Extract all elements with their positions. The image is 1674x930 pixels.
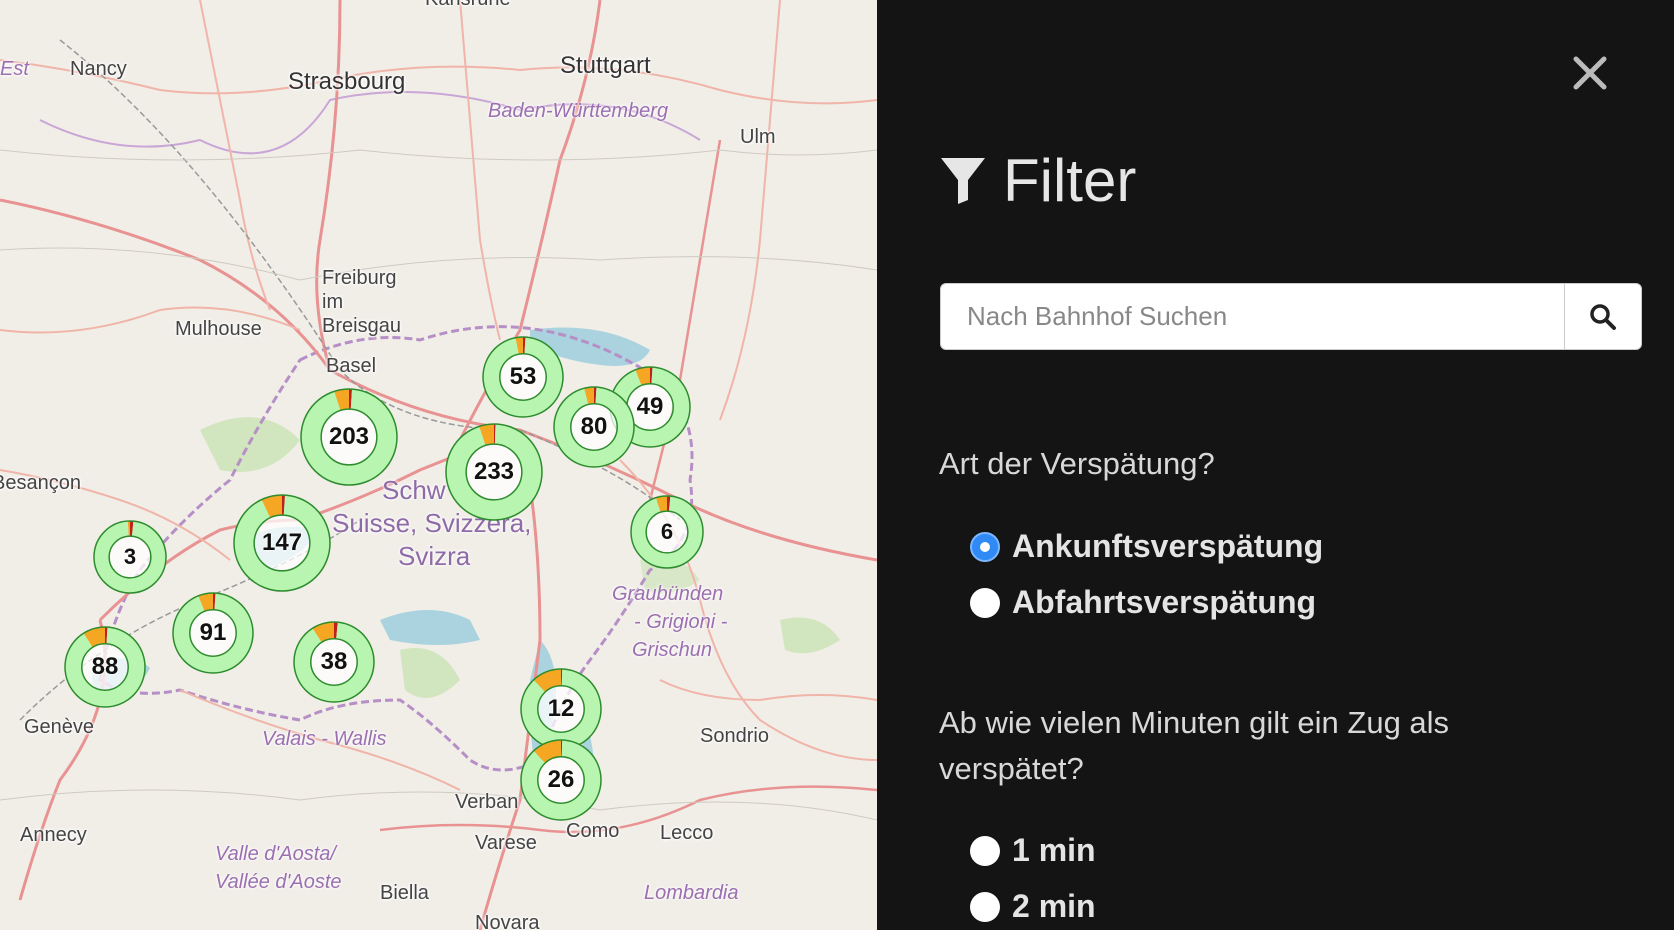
region-label-lombardia: Lombardia — [644, 882, 739, 904]
region-label-aosta1: Valle d'Aosta/ — [215, 843, 336, 865]
cluster-count: 203 — [328, 423, 370, 450]
delay-type-question: Art der Verspätung? — [939, 446, 1215, 481]
threshold-question: Ab wie vielen Minuten gilt ein Zug als v… — [939, 705, 1450, 786]
cluster-count: 3 — [123, 544, 137, 569]
radio-label: 2 min — [1012, 888, 1096, 924]
place-label-sondrio: Sondrio — [700, 725, 769, 747]
place-label-ulm: Ulm — [740, 126, 776, 148]
place-label-varese: Varese — [475, 832, 537, 854]
place-label-nancy: Nancy — [70, 58, 127, 80]
region-label-graub3: Grischun — [632, 639, 713, 661]
search-button[interactable] — [1564, 284, 1641, 349]
station-cluster[interactable]: 147 — [232, 493, 332, 593]
station-cluster[interactable]: 6 — [629, 494, 705, 570]
station-cluster[interactable]: 88 — [63, 625, 147, 709]
place-label-besancon: Besançon — [0, 472, 81, 494]
radio-button-selected[interactable] — [970, 531, 1000, 562]
place-label-freiburg: Freiburg im Breisgau — [322, 267, 401, 337]
radio-label: Ankunftsverspätung — [1012, 528, 1324, 564]
place-label-biella: Biella — [380, 882, 429, 904]
filter-panel: Filter Art der Verspätung? Ankunftsversp… — [877, 0, 1674, 930]
radio-1-min[interactable]: 1 min — [970, 832, 1096, 869]
place-label-est: Est — [0, 58, 29, 80]
radio-label: Abfahrtsverspätung — [1012, 584, 1317, 620]
place-label-stuttgart: Stuttgart — [560, 52, 651, 79]
radio-departure-delay[interactable]: Abfahrtsverspätung — [970, 584, 1316, 621]
station-search-input[interactable] — [941, 284, 1564, 349]
region-label-aosta2: Vallée d'Aoste — [215, 871, 342, 893]
close-icon — [1573, 56, 1607, 90]
filter-icon — [941, 158, 985, 204]
panel-title-text: Filter — [1003, 146, 1137, 214]
cluster-count: 91 — [199, 619, 227, 646]
cluster-count: 233 — [473, 458, 515, 485]
radio-label: 1 min — [1012, 832, 1096, 868]
place-label-verbania: Verban — [455, 791, 519, 813]
place-label-annecy: Annecy — [20, 824, 87, 846]
radio-arrival-delay[interactable]: Ankunftsverspätung — [970, 528, 1323, 565]
place-label-lecco: Lecco — [660, 822, 714, 844]
region-label-bw: Baden-Württemberg — [488, 100, 669, 122]
station-cluster[interactable]: 38 — [292, 620, 376, 704]
cluster-count: 38 — [320, 648, 348, 675]
country-label: Svizra — [398, 541, 471, 571]
radio-button[interactable] — [970, 891, 1000, 922]
cluster-count: 88 — [91, 653, 119, 680]
panel-title: Filter — [939, 145, 1136, 215]
station-cluster[interactable]: 233 — [444, 422, 544, 522]
cluster-count: 26 — [547, 766, 575, 793]
station-cluster[interactable]: 80 — [552, 385, 636, 469]
place-label-mulhouse: Mulhouse — [175, 318, 262, 340]
region-label-graub1: Graubünden — [612, 583, 724, 605]
place-label-geneve: Genève — [24, 716, 95, 738]
place-label-strasbourg: Strasbourg — [288, 68, 406, 95]
map-view[interactable]: Nancy Strasbourg Stuttgart Karlsruhe Ulm Frei… — [0, 0, 877, 930]
place-label-karlsruhe: Karlsruhe — [425, 0, 511, 11]
cluster-count: 147 — [261, 529, 303, 556]
place-label-como: Como — [566, 820, 620, 842]
station-cluster[interactable]: 203 — [299, 387, 399, 487]
place-label-basel: Basel — [326, 355, 377, 377]
close-button[interactable] — [1567, 50, 1613, 96]
cluster-count: 6 — [660, 519, 674, 544]
radio-2-min[interactable]: 2 min — [970, 888, 1096, 925]
station-cluster[interactable]: 91 — [171, 591, 255, 675]
region-label-graub2: - Grigioni - — [634, 611, 728, 633]
place-label-novara: Novara — [475, 912, 540, 930]
station-cluster[interactable]: 26 — [519, 738, 603, 822]
radio-button[interactable] — [970, 587, 1000, 618]
cluster-count: 80 — [580, 413, 608, 440]
region-label-valais: Valais - Wallis — [262, 728, 387, 750]
radio-button[interactable] — [970, 835, 1000, 866]
station-cluster[interactable]: 3 — [92, 519, 168, 595]
search-icon — [1590, 303, 1616, 330]
station-search — [940, 283, 1642, 350]
